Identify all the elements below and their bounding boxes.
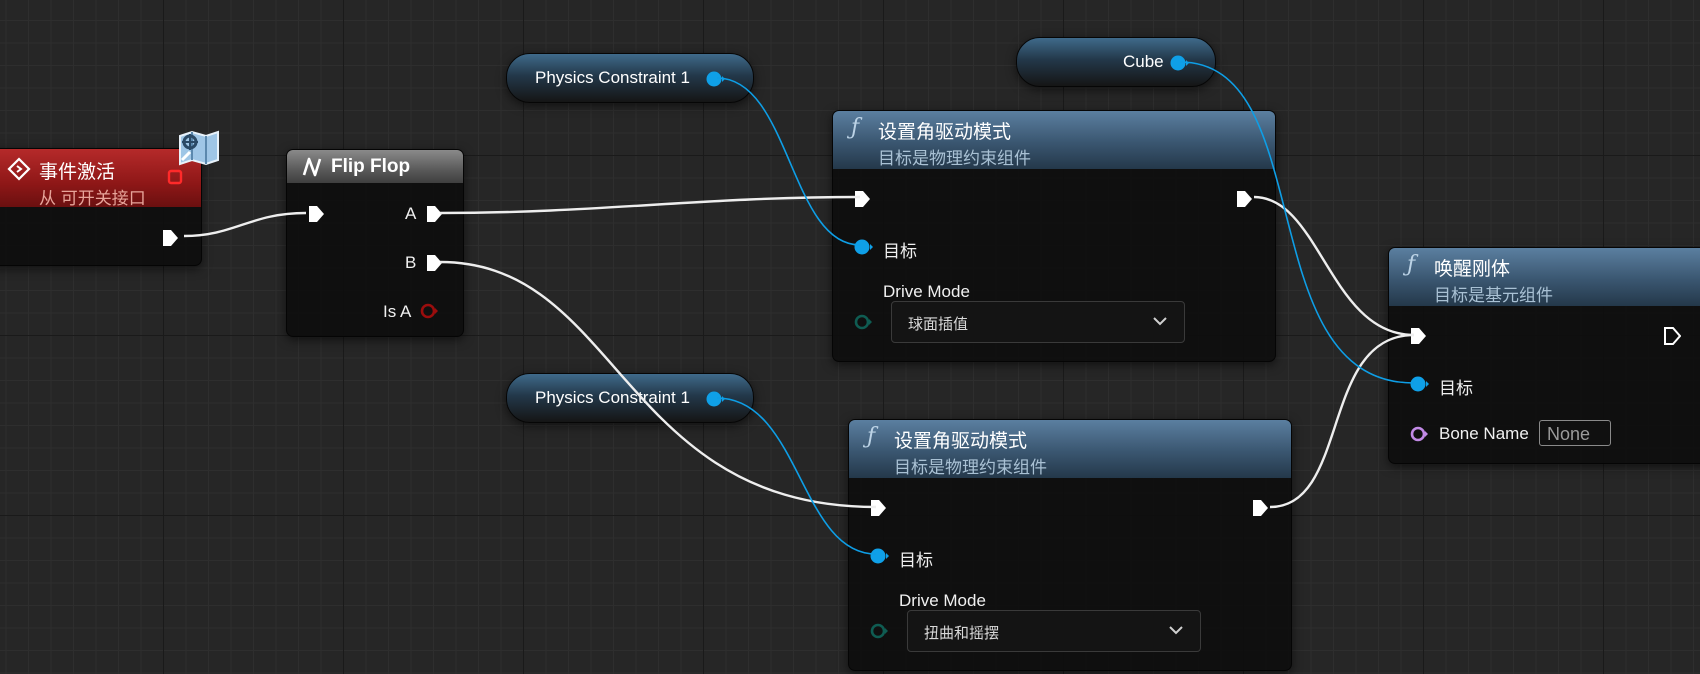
event-node-title: 事件激活	[39, 162, 116, 183]
set-drive-top-enum-pin[interactable]	[853, 312, 873, 332]
wake-bone-name-label: Bone Name	[1439, 424, 1529, 443]
getter-top-label: Physics Constraint 1	[535, 68, 690, 87]
interface-map-icon	[179, 130, 219, 166]
set-drive-top-target-pin[interactable]	[853, 237, 873, 257]
wake-bone-name-pin[interactable]	[1409, 424, 1429, 444]
set-drive-bottom-enum-pin[interactable]	[869, 621, 889, 641]
chevron-down-icon	[1169, 626, 1183, 635]
function-icon: ƒ	[851, 115, 860, 140]
set-angular-drive-node-top[interactable]: ƒ 设置角驱动模式 目标是物理约束组件 目标 Drive Mode 球面插值	[832, 110, 1276, 362]
drive-mode-dropdown-bottom-value: 扭曲和摇摆	[924, 625, 1000, 642]
function-icon: ƒ	[1407, 252, 1416, 277]
flipflop-node[interactable]: Flip Flop A B Is A	[286, 149, 464, 337]
wake-node-subtitle: 目标是基元组件	[1434, 286, 1553, 305]
getter-bottom-label: Physics Constraint 1	[535, 388, 690, 407]
set-drive-bottom-target-label: 目标	[899, 551, 933, 570]
cube-getter[interactable]: Cube	[1016, 37, 1216, 87]
set-drive-top-drive-mode-label: Drive Mode	[883, 282, 970, 301]
wake-rigid-body-node[interactable]: ƒ 唤醒刚体 目标是基元组件 目标 Bone Name None	[1388, 247, 1700, 464]
getter-top-object-pin[interactable]	[705, 69, 725, 89]
flipflop-bool-pin[interactable]	[419, 301, 439, 321]
set-drive-bottom-title: 设置角驱动模式	[894, 431, 1028, 452]
wake-target-pin[interactable]	[1409, 374, 1429, 394]
set-drive-top-exec-in-pin[interactable]	[853, 189, 871, 209]
flipflop-node-title: Flip Flop	[331, 156, 411, 177]
set-drive-bottom-exec-out-pin[interactable]	[1251, 498, 1269, 518]
event-node-subtitle: 从 可开关接口	[39, 189, 146, 208]
exec-wire-a-to-set-drive-top	[439, 195, 861, 215]
physics-constraint-getter-bottom[interactable]: Physics Constraint 1	[506, 373, 754, 423]
flipflop-pin-is-a-label: Is A	[383, 302, 412, 321]
set-drive-top-subtitle: 目标是物理约束组件	[878, 149, 1031, 168]
wake-exec-in-pin[interactable]	[1409, 326, 1427, 346]
getter-bottom-object-pin[interactable]	[705, 389, 725, 409]
bone-name-input[interactable]: None	[1539, 420, 1611, 446]
wake-target-label: 目标	[1439, 379, 1473, 398]
chevron-down-icon	[1153, 317, 1167, 326]
set-drive-top-exec-out-pin[interactable]	[1235, 189, 1253, 209]
set-drive-bottom-drive-mode-label: Drive Mode	[899, 591, 986, 610]
set-drive-top-target-label: 目标	[883, 242, 917, 261]
event-diamond-icon	[7, 157, 31, 181]
flipflop-exec-b-pin[interactable]	[425, 253, 443, 273]
wake-node-title: 唤醒刚体	[1434, 259, 1511, 280]
drive-mode-dropdown-top[interactable]: 球面插值	[891, 301, 1185, 343]
event-exec-out-pin[interactable]	[161, 228, 179, 248]
getter-cube-label: Cube	[1123, 52, 1164, 71]
drive-mode-dropdown-top-value: 球面插值	[908, 316, 969, 333]
wake-exec-out-pin[interactable]	[1663, 326, 1681, 346]
set-drive-bottom-exec-in-pin[interactable]	[869, 498, 887, 518]
event-node[interactable]: 事件激活 从 可开关接口	[0, 148, 202, 266]
set-drive-bottom-target-pin[interactable]	[869, 546, 889, 566]
set-drive-top-title: 设置角驱动模式	[878, 122, 1012, 143]
getter-cube-object-pin[interactable]	[1169, 53, 1189, 73]
drive-mode-dropdown-bottom[interactable]: 扭曲和摇摆	[907, 610, 1201, 652]
function-icon: ƒ	[867, 424, 876, 449]
delegate-pin-icon[interactable]	[167, 169, 183, 185]
flipflop-pin-b-label: B	[405, 253, 417, 272]
set-angular-drive-node-bottom[interactable]: ƒ 设置角驱动模式 目标是物理约束组件 目标 Drive Mode 扭曲和摇摆	[848, 419, 1292, 671]
set-drive-bottom-subtitle: 目标是物理约束组件	[894, 458, 1047, 477]
flipflop-exec-in-pin[interactable]	[307, 204, 325, 224]
flipflop-pin-a-label: A	[405, 204, 417, 223]
physics-constraint-getter-top[interactable]: Physics Constraint 1	[506, 53, 754, 103]
flipflop-icon	[302, 157, 322, 177]
flipflop-exec-a-pin[interactable]	[425, 204, 443, 224]
